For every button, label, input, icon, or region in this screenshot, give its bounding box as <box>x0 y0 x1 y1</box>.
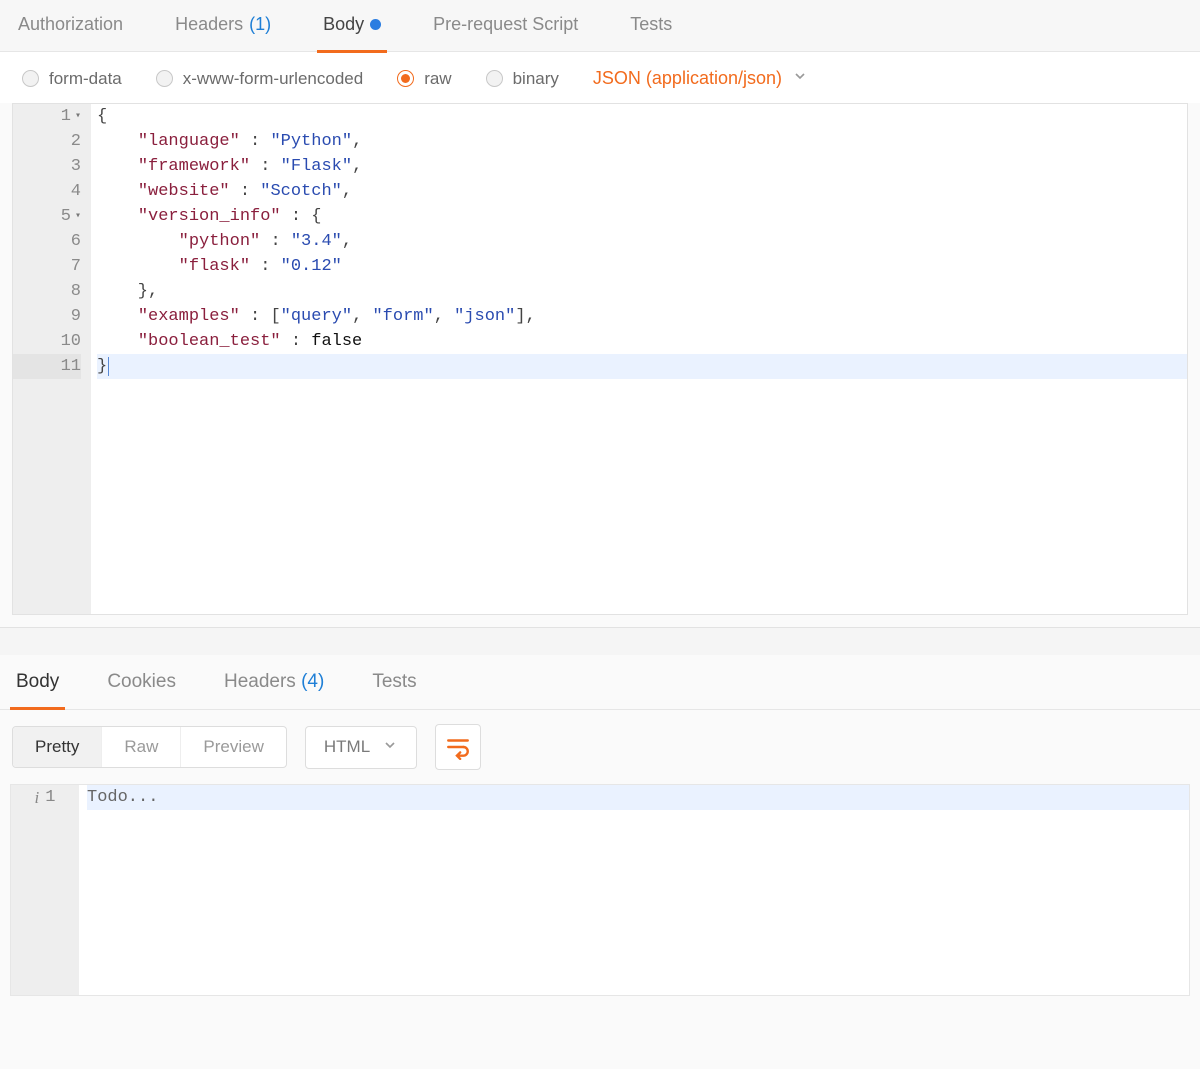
request-body-editor[interactable]: 1▾2345▾67891011 { "language" : "Python",… <box>12 103 1188 615</box>
chevron-down-icon <box>792 68 808 89</box>
tab-label: Tests <box>630 14 672 35</box>
request-tabs: Authorization Headers (1) Body Pre-reque… <box>0 0 1200 52</box>
tab-authorization[interactable]: Authorization <box>18 14 123 41</box>
editor-gutter: 1▾2345▾67891011 <box>13 104 91 614</box>
tab-label: Body <box>16 671 59 692</box>
resp-tab-headers[interactable]: Headers (4) <box>224 665 324 699</box>
tab-body[interactable]: Body <box>323 14 381 41</box>
tab-label: Headers <box>175 14 243 35</box>
tab-label: Tests <box>372 671 416 692</box>
radio-icon <box>156 70 173 87</box>
response-body-editor[interactable]: i1 Todo... <box>10 784 1190 996</box>
body-type-raw[interactable]: raw <box>397 69 451 89</box>
tab-label: Body <box>323 14 364 35</box>
tab-tests[interactable]: Tests <box>630 14 672 41</box>
body-type-urlencoded[interactable]: x-www-form-urlencoded <box>156 69 363 89</box>
tab-headers[interactable]: Headers (1) <box>175 14 271 41</box>
body-type-binary[interactable]: binary <box>486 69 559 89</box>
response-toolbar: Pretty Raw Preview HTML <box>0 710 1200 784</box>
panel-divider[interactable] <box>0 627 1200 655</box>
radio-label: form-data <box>49 69 122 89</box>
body-type-form-data[interactable]: form-data <box>22 69 122 89</box>
tab-label: Cookies <box>107 671 176 692</box>
editor-gutter: i1 <box>11 785 79 995</box>
radio-label: binary <box>513 69 559 89</box>
tab-label: Pre-request Script <box>433 14 578 35</box>
format-label: HTML <box>324 737 370 757</box>
tab-badge: (4) <box>301 671 324 692</box>
format-select[interactable]: HTML <box>305 726 417 769</box>
resp-tab-tests[interactable]: Tests <box>372 665 416 699</box>
editor-code[interactable]: Todo... <box>79 785 1189 995</box>
radio-icon <box>486 70 503 87</box>
tab-label: Headers <box>224 671 296 692</box>
radio-label: raw <box>424 69 451 89</box>
tab-label: Authorization <box>18 14 123 35</box>
wrap-lines-button[interactable] <box>435 724 481 770</box>
content-type-label: JSON (application/json) <box>593 68 782 89</box>
wrap-icon <box>445 734 471 760</box>
radio-icon <box>397 70 414 87</box>
view-mode-pretty[interactable]: Pretty <box>13 727 102 767</box>
unsaved-dot-icon <box>370 19 381 30</box>
radio-label: x-www-form-urlencoded <box>183 69 363 89</box>
radio-icon <box>22 70 39 87</box>
view-mode-segmented: Pretty Raw Preview <box>12 726 287 768</box>
tab-pre-request-script[interactable]: Pre-request Script <box>433 14 578 41</box>
editor-code[interactable]: { "language" : "Python", "framework" : "… <box>91 104 1187 614</box>
response-tabs: Body Cookies Headers (4) Tests <box>0 655 1200 710</box>
resp-tab-cookies[interactable]: Cookies <box>107 665 176 699</box>
content-type-dropdown[interactable]: JSON (application/json) <box>593 68 808 89</box>
view-mode-preview[interactable]: Preview <box>181 727 285 767</box>
resp-tab-body[interactable]: Body <box>16 665 59 699</box>
chevron-down-icon <box>382 737 398 758</box>
body-type-options: form-data x-www-form-urlencoded raw bina… <box>0 52 1200 103</box>
tab-badge: (1) <box>249 14 271 35</box>
view-mode-raw[interactable]: Raw <box>102 727 181 767</box>
